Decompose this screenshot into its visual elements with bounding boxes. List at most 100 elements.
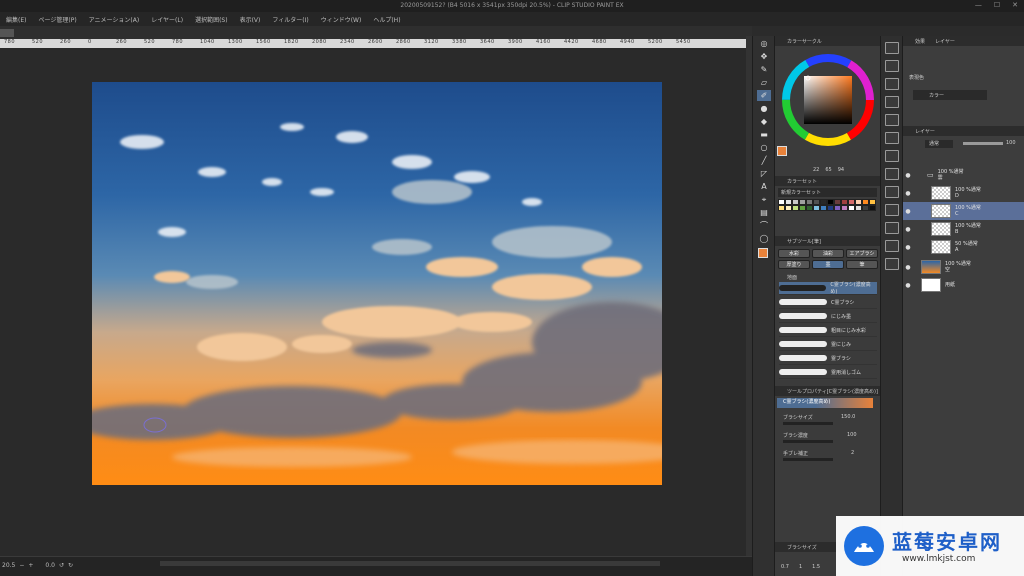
minimize-button[interactable]: — xyxy=(975,1,982,9)
color-set-name[interactable]: 新規カラーセット xyxy=(778,188,877,197)
brush-item[interactable]: 霊にじみ xyxy=(779,338,877,351)
layer-row[interactable]: ● 100 %通常 B xyxy=(903,220,1024,238)
navigator-icon[interactable] xyxy=(884,42,899,54)
color-wheel[interactable] xyxy=(778,50,878,160)
color-swatch[interactable] xyxy=(834,205,841,211)
color-swatch[interactable] xyxy=(799,205,806,211)
brush-tool-icon[interactable]: ✐ xyxy=(757,90,771,101)
menu-help[interactable]: ヘルプ(H) xyxy=(367,15,406,24)
property-size-value[interactable]: 150.0 xyxy=(841,414,855,420)
angle-value[interactable]: 0.0 xyxy=(45,562,55,569)
balloon-tool-icon[interactable]: ◯ xyxy=(757,233,771,244)
blend-mode-select[interactable]: 通常 xyxy=(925,140,953,148)
property-density-value[interactable]: 100 xyxy=(847,432,857,438)
shape-tool-icon[interactable]: ○ xyxy=(757,142,771,153)
text-tool-icon[interactable]: A xyxy=(757,181,771,192)
color-swatch[interactable] xyxy=(869,205,876,211)
brush-size-preset[interactable]: 0.7 xyxy=(781,564,789,570)
brush-item[interactable]: にじみ墨 xyxy=(779,310,877,323)
blend-tool-icon[interactable]: ● xyxy=(757,103,771,114)
text-icon[interactable] xyxy=(884,222,899,234)
pen-tool-icon[interactable]: ✎ xyxy=(757,64,771,75)
eye-icon[interactable]: ● xyxy=(903,226,913,233)
sub-view-icon[interactable] xyxy=(884,60,899,72)
rotate-left-icon[interactable]: ↺ xyxy=(59,562,64,569)
color-swatch[interactable] xyxy=(785,205,792,211)
brush-item[interactable]: 霊用消しゴム xyxy=(779,366,877,379)
line-tool-icon[interactable]: ╱ xyxy=(757,155,771,166)
opacity-value[interactable]: 100 xyxy=(1006,140,1016,146)
horizontal-scrollbar[interactable] xyxy=(160,561,660,566)
property-stabilizer-slider[interactable] xyxy=(783,458,833,461)
color-swatch[interactable] xyxy=(813,205,820,211)
move-tool-icon[interactable]: ✥ xyxy=(757,51,771,62)
eraser-tool-icon[interactable]: ▱ xyxy=(757,77,771,88)
gear-icon[interactable] xyxy=(884,258,899,270)
info-icon[interactable] xyxy=(884,204,899,216)
ruler-tool-icon[interactable]: ▤ xyxy=(757,207,771,218)
eye-icon[interactable]: ● xyxy=(903,282,913,289)
eyedropper-tool-icon[interactable]: ⌖ xyxy=(757,194,771,205)
tab-effect[interactable]: 効果 xyxy=(915,38,925,45)
eye-icon[interactable]: ● xyxy=(903,244,913,251)
current-color-swatch[interactable] xyxy=(777,146,787,156)
color-swatch[interactable] xyxy=(792,205,799,211)
menu-page[interactable]: ページ管理(P) xyxy=(32,15,82,24)
menu-window[interactable]: ウィンドウ(W) xyxy=(315,15,368,24)
brush-item[interactable]: C霊ブラシ(濃度高め) xyxy=(779,282,877,295)
eye-icon[interactable]: ● xyxy=(903,208,913,215)
eye-icon[interactable]: ● xyxy=(903,190,913,197)
subtool-tab-ink[interactable]: 墨 xyxy=(812,260,844,269)
history-icon[interactable] xyxy=(884,96,899,108)
color-swatch[interactable] xyxy=(855,205,862,211)
color-swatch[interactable] xyxy=(806,205,813,211)
layer-row[interactable]: ● 100 %通常空 xyxy=(903,258,1024,276)
fill-tool-icon[interactable]: ◆ xyxy=(757,116,771,127)
search-layer-icon[interactable] xyxy=(884,132,899,144)
property-size-slider[interactable] xyxy=(783,422,833,425)
rotate-right-icon[interactable]: ↻ xyxy=(68,562,73,569)
expression-color-select[interactable]: カラー xyxy=(913,90,987,100)
menu-selection[interactable]: 選択範囲(S) xyxy=(189,15,234,24)
canvas-tab[interactable] xyxy=(0,29,14,37)
color-swatch[interactable] xyxy=(827,205,834,211)
menu-filter[interactable]: フィルター(I) xyxy=(266,15,314,24)
item-bank-icon[interactable] xyxy=(884,168,899,180)
color-swatch[interactable] xyxy=(862,205,869,211)
brush-item[interactable]: 粗目にじみ水彩 xyxy=(779,324,877,337)
layer-row[interactable]: ● 100 %通常 D xyxy=(903,184,1024,202)
zoom-tool-icon[interactable]: ◎ xyxy=(757,38,771,49)
subtool-tab-watercolor[interactable]: 水彩 xyxy=(778,249,810,258)
brush-size-preset[interactable]: 1 xyxy=(799,564,802,570)
property-stabilizer-value[interactable]: 2 xyxy=(851,450,854,456)
lasso-tool-icon[interactable]: ⌒ xyxy=(757,220,771,231)
color-swatch[interactable] xyxy=(841,205,848,211)
layer-property-icon[interactable] xyxy=(884,114,899,126)
menu-layer[interactable]: レイヤー(L) xyxy=(145,15,189,24)
subtool-tab-oil[interactable]: 油彩 xyxy=(812,249,844,258)
sky-artwork[interactable] xyxy=(92,82,662,485)
zoom-value[interactable]: 20.5 xyxy=(2,562,15,569)
menu-animation[interactable]: アニメーション(A) xyxy=(83,15,146,24)
brush-item[interactable]: C霊ブラシ xyxy=(779,296,877,309)
auto-action-icon[interactable] xyxy=(884,186,899,198)
layer-row[interactable]: ● 50 %通常 A xyxy=(903,238,1024,256)
tab-layer-property[interactable]: レイヤー xyxy=(935,38,955,45)
property-density-slider[interactable] xyxy=(783,440,833,443)
subtool-tab-thick[interactable]: 厚塗り xyxy=(778,260,810,269)
layer-row[interactable]: ● ▭ 100 %通常雲 xyxy=(903,166,1024,184)
settings-icon[interactable] xyxy=(884,240,899,252)
color-swatch[interactable] xyxy=(778,205,785,211)
frame-tool-icon[interactable]: ◸ xyxy=(757,168,771,179)
brush-item[interactable]: 霊ブラシ xyxy=(779,352,877,365)
color-swatch[interactable] xyxy=(820,205,827,211)
eye-icon[interactable]: ● xyxy=(903,172,913,179)
subtool-tab-airbrush[interactable]: エアブラシ xyxy=(846,249,878,258)
material-icon[interactable] xyxy=(884,78,899,90)
layer-row[interactable]: ● 用紙 xyxy=(903,276,1024,294)
maximize-button[interactable]: ☐ xyxy=(994,1,1000,9)
color-swatch[interactable] xyxy=(848,205,855,211)
eye-icon[interactable]: ● xyxy=(903,264,913,271)
main-color-swatch[interactable] xyxy=(758,248,768,258)
gradient-tool-icon[interactable]: ▬ xyxy=(757,129,771,140)
